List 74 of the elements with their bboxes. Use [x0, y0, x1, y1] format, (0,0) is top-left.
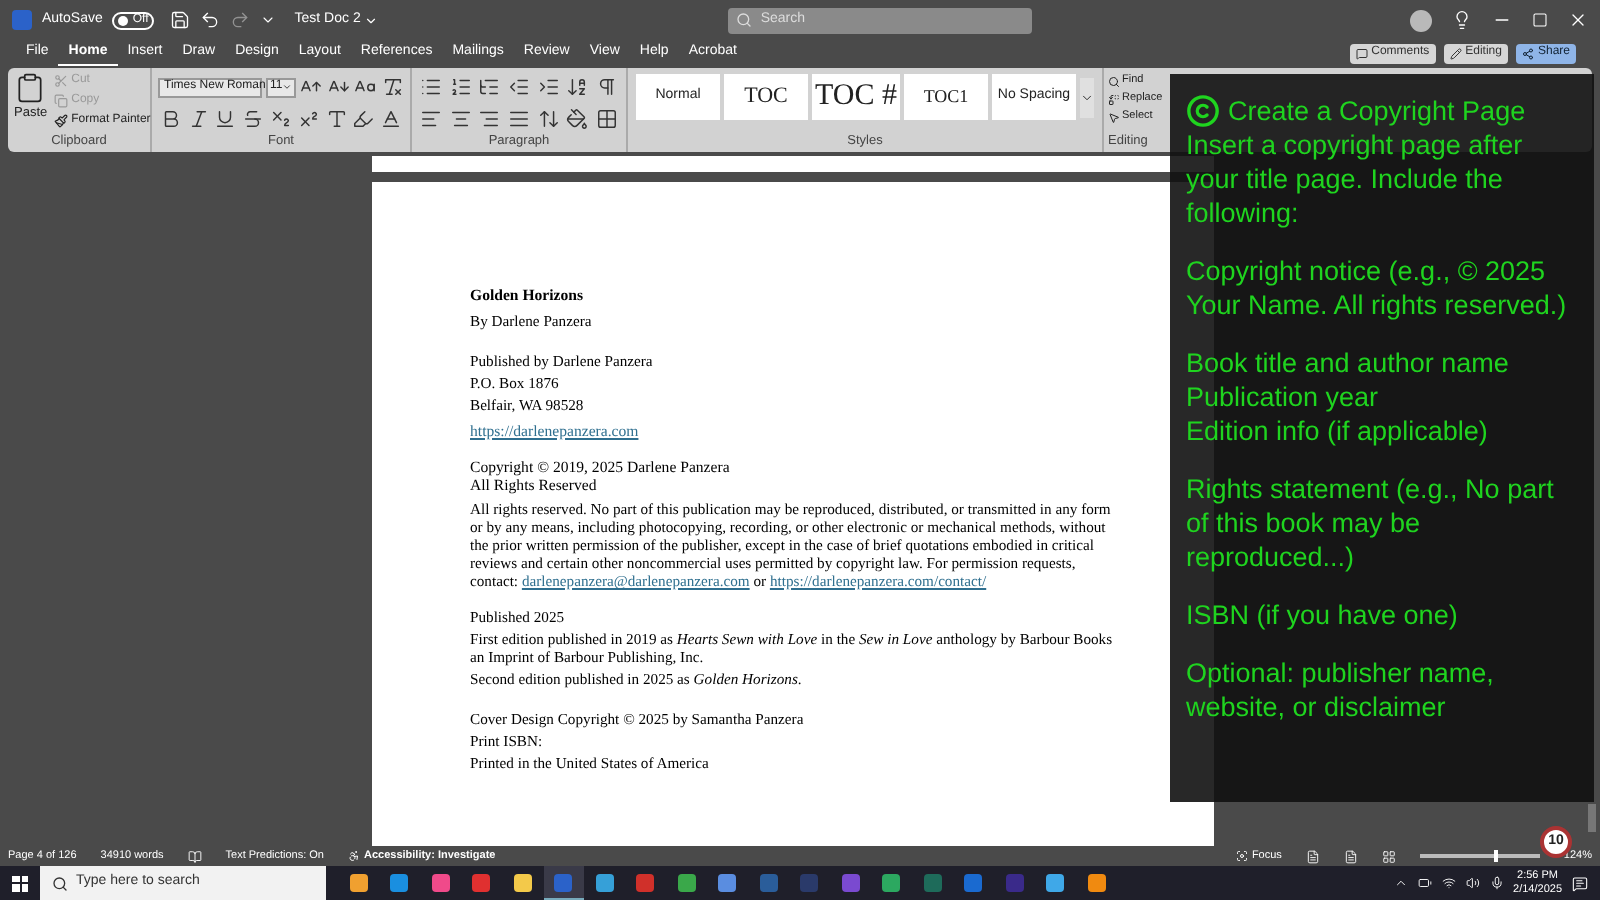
microphone-icon[interactable] [1489, 876, 1504, 890]
style-item[interactable]: TOC # [812, 74, 900, 120]
tip-text: Insert a copyright page after your title page. Include the following: [1186, 128, 1525, 230]
tip-text: Publication year [1186, 380, 1381, 414]
tip-text: Book title and author name [1186, 346, 1511, 380]
avatar-icon[interactable] [1410, 9, 1432, 31]
notifications-icon[interactable] [1572, 875, 1588, 891]
read-mode-icon[interactable] [1305, 849, 1320, 863]
numbering-icon[interactable] [449, 76, 472, 98]
shading-icon[interactable] [566, 108, 589, 130]
search-icon [1108, 75, 1120, 87]
strikethrough-icon[interactable] [242, 108, 265, 130]
chevron-down-icon [364, 13, 379, 27]
tip-text: Rights statement (e.g., No part of this book may be reproduced...) [1186, 472, 1556, 574]
tip-text: Edition info (if applicable) [1186, 414, 1490, 448]
zoom-slider-thumb[interactable] [1494, 850, 1499, 862]
taskbar-app-icon[interactable] [543, 866, 584, 900]
borders-icon[interactable] [595, 108, 618, 130]
speaker-icon[interactable] [1465, 876, 1480, 890]
pilcrow-icon[interactable] [595, 76, 618, 98]
align-center-icon[interactable] [449, 108, 472, 130]
book-icon[interactable] [187, 849, 202, 863]
increase-indent-icon[interactable] [537, 76, 560, 98]
style-item[interactable]: TOC [724, 74, 808, 120]
bold-icon[interactable] [159, 108, 182, 130]
accessibility-icon [347, 850, 360, 862]
tip-text: Optional: publisher name, website, or disclaimer [1186, 656, 1496, 724]
close-icon[interactable] [1568, 10, 1588, 30]
comment-icon [1355, 47, 1368, 59]
restore-icon[interactable] [1532, 12, 1548, 28]
subscript-icon[interactable] [270, 108, 293, 130]
justify-icon[interactable] [508, 108, 531, 130]
clear-formatting-icon[interactable] [381, 76, 404, 98]
style-item[interactable]: TOC1 [903, 74, 988, 120]
wifi-icon[interactable] [1441, 876, 1456, 890]
print-layout-icon[interactable] [1343, 849, 1358, 863]
tray-chevron-icon[interactable] [1393, 876, 1408, 890]
copyright-icon [1186, 94, 1220, 128]
paintbrush-icon [53, 114, 68, 128]
scroll-bar[interactable] [1588, 804, 1596, 832]
replace-icon [1108, 93, 1120, 105]
pencil-icon [1449, 47, 1462, 59]
search-icon [736, 12, 753, 28]
share-icon [1521, 47, 1534, 59]
cursor-icon [1108, 111, 1120, 123]
chevron-down-icon [282, 82, 293, 92]
highlighter-icon[interactable] [352, 108, 375, 130]
tip-title: Create a Copyright Page [1228, 94, 1526, 128]
superscript-icon[interactable] [297, 108, 320, 130]
underline-icon[interactable] [214, 108, 237, 130]
line-spacing-icon[interactable] [537, 108, 560, 130]
italic-icon[interactable] [187, 108, 210, 130]
align-right-icon[interactable] [478, 108, 501, 130]
copy-icon [53, 94, 68, 108]
save-icon[interactable] [170, 10, 191, 30]
word-logo-icon [12, 10, 32, 30]
focus-icon [1235, 850, 1248, 862]
windows-start-icon[interactable] [12, 875, 28, 891]
text-effects-icon[interactable] [325, 108, 348, 130]
web-layout-icon[interactable] [1381, 849, 1396, 863]
align-left-icon[interactable] [420, 108, 443, 130]
tip-text: ISBN (if you have one) [1186, 598, 1460, 632]
sort-icon[interactable] [566, 76, 589, 98]
undo-icon[interactable] [200, 10, 221, 30]
customize-icon[interactable] [260, 12, 277, 28]
tip-text: Copyright notice (e.g., © 2025 Your Name. All rights reserved.) [1186, 254, 1569, 322]
clipboard-icon [14, 72, 47, 104]
multilevel-list-icon[interactable] [478, 76, 501, 98]
font-color-icon[interactable] [380, 108, 403, 130]
search-icon [52, 875, 68, 891]
scissors-icon [53, 74, 68, 88]
lightbulb-icon[interactable] [1452, 10, 1472, 30]
battery-icon[interactable] [1417, 876, 1432, 890]
decrease-indent-icon[interactable] [508, 76, 531, 98]
